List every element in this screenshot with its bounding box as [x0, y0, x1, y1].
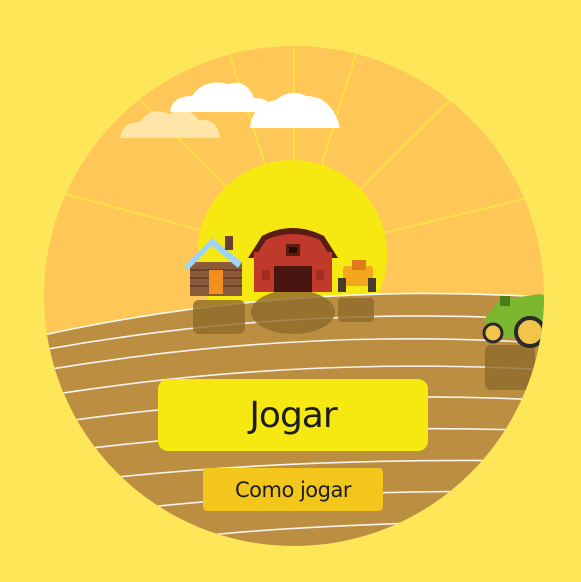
play-button[interactable]: Jogar	[158, 379, 428, 451]
how-to-play-button[interactable]: Como jogar	[203, 468, 383, 511]
barn-icon	[248, 228, 338, 292]
